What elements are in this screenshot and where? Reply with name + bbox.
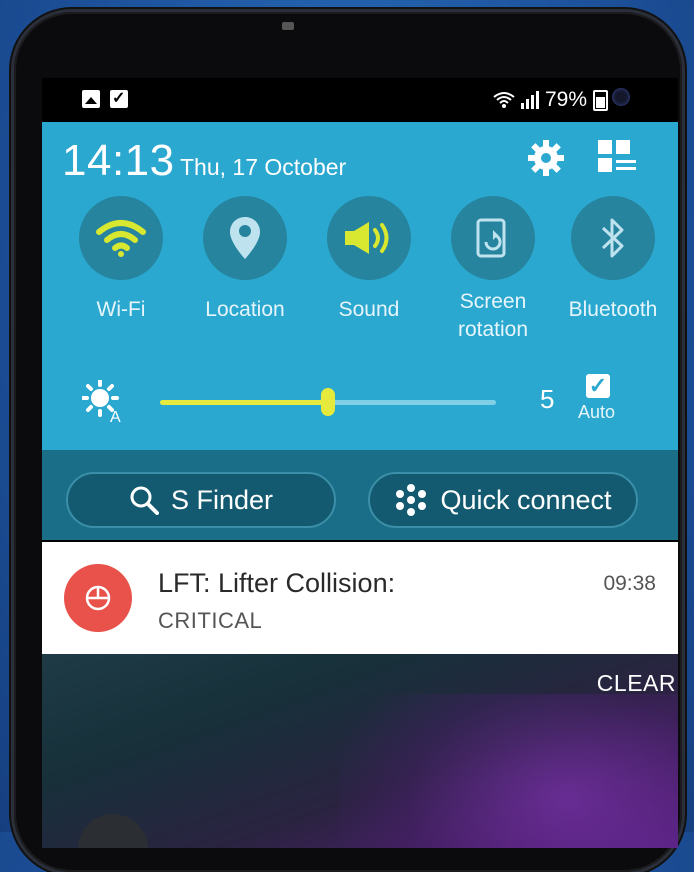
tile-bluetooth-button[interactable]: [571, 196, 655, 280]
tile-bluetooth[interactable]: Bluetooth: [550, 196, 676, 324]
brightness-slider-fill: [160, 400, 328, 405]
brightness-slider-thumb[interactable]: [321, 388, 335, 416]
location-icon: [230, 217, 260, 259]
checkbox-icon: [110, 88, 128, 108]
notification-card[interactable]: LFT: Lifter Collision: CRITICAL 09:38: [42, 542, 678, 654]
status-bar: 79%: [42, 78, 678, 122]
tile-screen-rotation[interactable]: Screen rotation: [438, 196, 548, 344]
quick-connect-icon: [396, 484, 427, 516]
tile-bluetooth-label: Bluetooth: [568, 298, 658, 321]
battery-icon: [593, 89, 608, 111]
notification-app-icon: [64, 564, 132, 632]
tile-location-button[interactable]: [203, 196, 287, 280]
signal-icon: [520, 91, 539, 109]
finder-row: S Finder Quick connect: [42, 450, 678, 540]
tile-wifi-button[interactable]: [79, 196, 163, 280]
brightness-row: A 5 ✓ Auto: [42, 374, 678, 434]
auto-brightness-label: Auto: [578, 402, 616, 422]
sound-icon: [345, 222, 389, 254]
tile-sound[interactable]: Sound: [314, 196, 424, 324]
tile-screen-rotation-button[interactable]: [451, 196, 535, 280]
status-right: 79%: [493, 88, 608, 112]
svg-text:A: A: [110, 409, 121, 424]
clear-button[interactable]: CLEAR: [597, 670, 676, 697]
date: Thu, 17 October: [180, 154, 347, 180]
bluetooth-icon: [601, 218, 624, 258]
auto-brightness-icon: A: [82, 380, 121, 424]
battery-percent: 79%: [544, 88, 587, 111]
search-icon: [130, 486, 159, 515]
clock: 14:13: [62, 136, 175, 185]
tile-wifi-label: Wi-Fi: [96, 298, 146, 321]
gear-icon[interactable]: [526, 138, 566, 178]
alert-icon: [85, 585, 111, 611]
speaker-grille: [282, 22, 294, 30]
phone-frame: 79% 14:13 Thu, 17 October: [14, 12, 682, 872]
tile-screen-rotation-label: Screen rotation: [457, 290, 529, 341]
front-camera: [612, 88, 630, 106]
gallery-icon: [82, 90, 100, 108]
tile-location[interactable]: Location: [190, 196, 300, 324]
s-finder-button[interactable]: S Finder: [66, 472, 336, 528]
screen: 79% 14:13 Thu, 17 October: [42, 78, 678, 848]
s-finder-label: S Finder: [170, 484, 274, 515]
brightness-slider[interactable]: [160, 388, 496, 416]
notification-time: 09:38: [603, 572, 656, 595]
quick-settings-panel: 14:13 Thu, 17 October Wi-Fi Location Sou…: [42, 122, 678, 494]
tile-wifi[interactable]: Wi-Fi: [66, 196, 176, 324]
edit-panel-icon[interactable]: [598, 140, 636, 176]
brightness-value: 5: [540, 384, 555, 414]
notification-subtitle: CRITICAL: [158, 608, 263, 633]
tile-sound-button[interactable]: [327, 196, 411, 280]
screen-rotation-icon: [476, 218, 506, 258]
auto-brightness-checkbox[interactable]: ✓: [586, 374, 610, 398]
quick-connect-button[interactable]: Quick connect: [368, 472, 638, 528]
quick-toggles: Wi-Fi Location Sound Screen rotation Blu…: [42, 196, 678, 356]
tile-sound-label: Sound: [338, 298, 400, 321]
status-left-icons: [82, 88, 128, 108]
wifi-status-icon: [493, 92, 515, 108]
notification-title: LFT: Lifter Collision:: [158, 568, 396, 598]
tile-location-label: Location: [205, 298, 285, 321]
quick-connect-label: Quick connect: [440, 484, 612, 515]
wallpaper: CLEAR: [42, 654, 678, 848]
app-icon-partial: [78, 814, 148, 848]
wifi-icon: [96, 220, 146, 257]
